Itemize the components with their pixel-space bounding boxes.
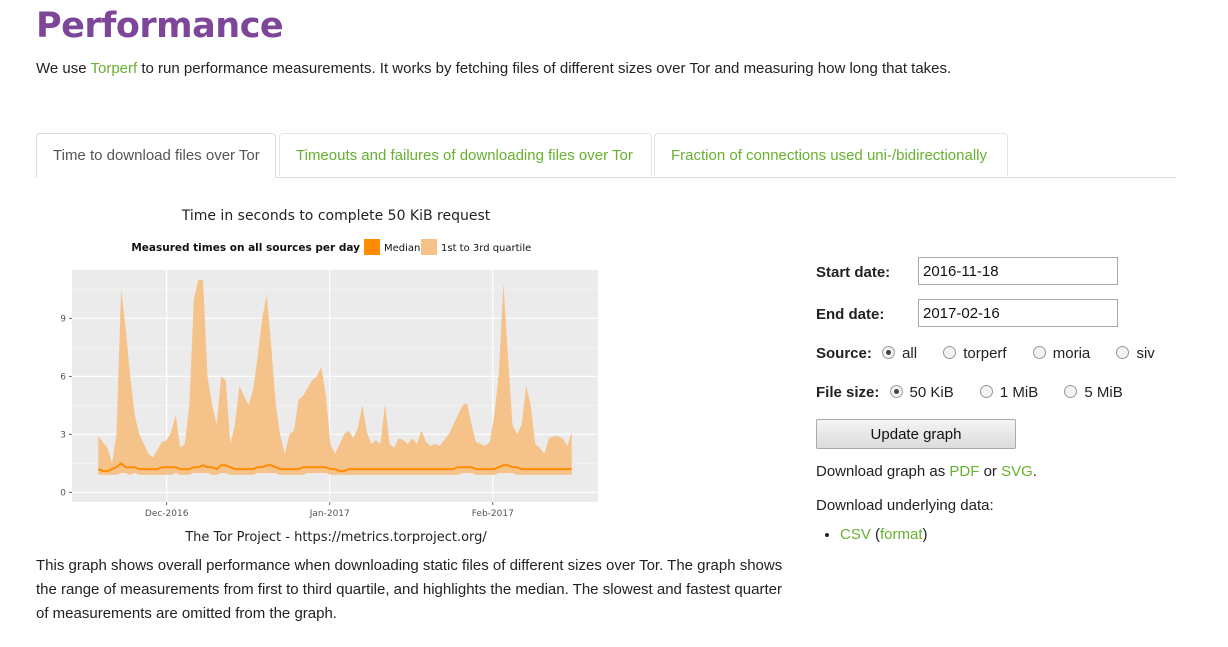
filesize-option-1mib[interactable]: 1 MiB [979,384,1039,401]
performance-chart: Time in seconds to complete 50 KiB reque… [36,200,636,550]
source-option-siv[interactable]: siv [1116,345,1155,362]
source-siv-label: siv [1136,345,1155,362]
end-date-row: End date: [816,306,884,323]
filesize-1mib-radio[interactable] [979,385,993,398]
filesize-50kib-radio[interactable] [889,385,903,398]
source-torperf-radio[interactable] [943,346,957,359]
chart-svg: Time in seconds to complete 50 KiB reque… [60,208,598,545]
legend-quartile-label: 1st to 3rd quartile [441,243,531,254]
y-tick-label-1: 3 [60,430,66,440]
csv-list-item: CSV (format) [840,526,928,543]
filesize-option-5mib[interactable]: 5 MiB [1064,384,1123,401]
end-date-input[interactable] [918,299,1118,327]
tab-timeouts-failures[interactable]: Timeouts and failures of downloading fil… [279,133,652,176]
end-date-label: End date: [816,306,885,323]
y-tick-label-3: 9 [60,314,66,324]
file-size-label: File size: [816,384,880,401]
intro-prefix: We use [36,60,91,77]
chart-title: Time in seconds to complete 50 KiB reque… [181,208,491,224]
torperf-link[interactable]: Torperf [90,60,137,77]
download-data-label: Download underlying data: [816,497,994,514]
csv-paren-open: ( [870,526,881,543]
page-title: Performance [36,6,284,46]
source-moria-radio[interactable] [1032,346,1046,359]
legend-title: Measured times on all sources per day [131,242,360,254]
x-tick-label-1: Jan-2017 [309,509,350,519]
tab-connection-fraction[interactable]: Fraction of connections used uni-/bidire… [654,133,1008,176]
filesize-option-50kib[interactable]: 50 KiB [889,384,954,401]
csv-link[interactable]: CSV [840,526,871,543]
csv-paren-close: ) [922,526,928,543]
intro-text: We use Torperf to run performance measur… [36,60,951,77]
filesize-5mib-radio[interactable] [1064,385,1078,398]
tab-download-time[interactable]: Time to download files over Tor [36,133,276,178]
download-graph-prefix: Download graph as [816,463,950,480]
legend-quartile-swatch [421,239,437,255]
source-label: Source: [816,345,872,362]
y-tick-label-2: 6 [60,372,66,382]
x-tick-label-2: Feb-2017 [472,509,514,519]
filesize-1mib-label: 1 MiB [999,384,1039,401]
download-or-text: or [979,463,1002,480]
x-axis-ticks: Dec-2016 Jan-2017 Feb-2017 [145,502,514,519]
y-axis-ticks: 0 3 6 9 [60,314,72,498]
source-moria-label: moria [1052,345,1091,362]
x-tick-label-0: Dec-2016 [145,509,189,519]
source-option-all[interactable]: all [882,345,917,362]
source-all-label: all [902,345,918,362]
download-graph-row: Download graph as PDF or SVG. [816,463,1037,480]
tab-bar: Time to download files over Tor Timeouts… [36,133,1176,178]
intro-suffix: to run performance measurements. It work… [137,60,952,77]
source-torperf-label: torperf [963,345,1007,362]
source-siv-radio[interactable] [1116,346,1130,359]
start-date-row: Start date: [816,264,890,281]
download-svg-link[interactable]: SVG [1001,463,1033,480]
data-download-list: CSV (format) [840,526,928,543]
file-size-row: File size: 50 KiB 1 MiB 5 MiB [816,384,1145,401]
source-option-moria[interactable]: moria [1032,345,1091,362]
start-date-input[interactable] [918,257,1118,285]
legend-median-swatch [364,239,380,255]
legend-median-label: Median [384,243,420,254]
start-date-label: Start date: [816,264,891,281]
graph-description: This graph shows overall performance whe… [36,557,783,622]
source-option-torperf[interactable]: torperf [943,345,1007,362]
source-all-radio[interactable] [882,346,896,359]
update-graph-button[interactable]: Update graph [816,419,1016,449]
filesize-50kib-label: 50 KiB [909,384,954,401]
source-row: Source: all torperf moria siv [816,345,1177,362]
csv-format-link[interactable]: format [880,526,923,543]
download-pdf-link[interactable]: PDF [949,463,979,480]
chart-credit: The Tor Project - https://metrics.torpro… [184,530,487,545]
y-tick-label-0: 0 [60,488,66,498]
download-period: . [1032,463,1037,480]
filesize-5mib-label: 5 MiB [1084,384,1123,401]
